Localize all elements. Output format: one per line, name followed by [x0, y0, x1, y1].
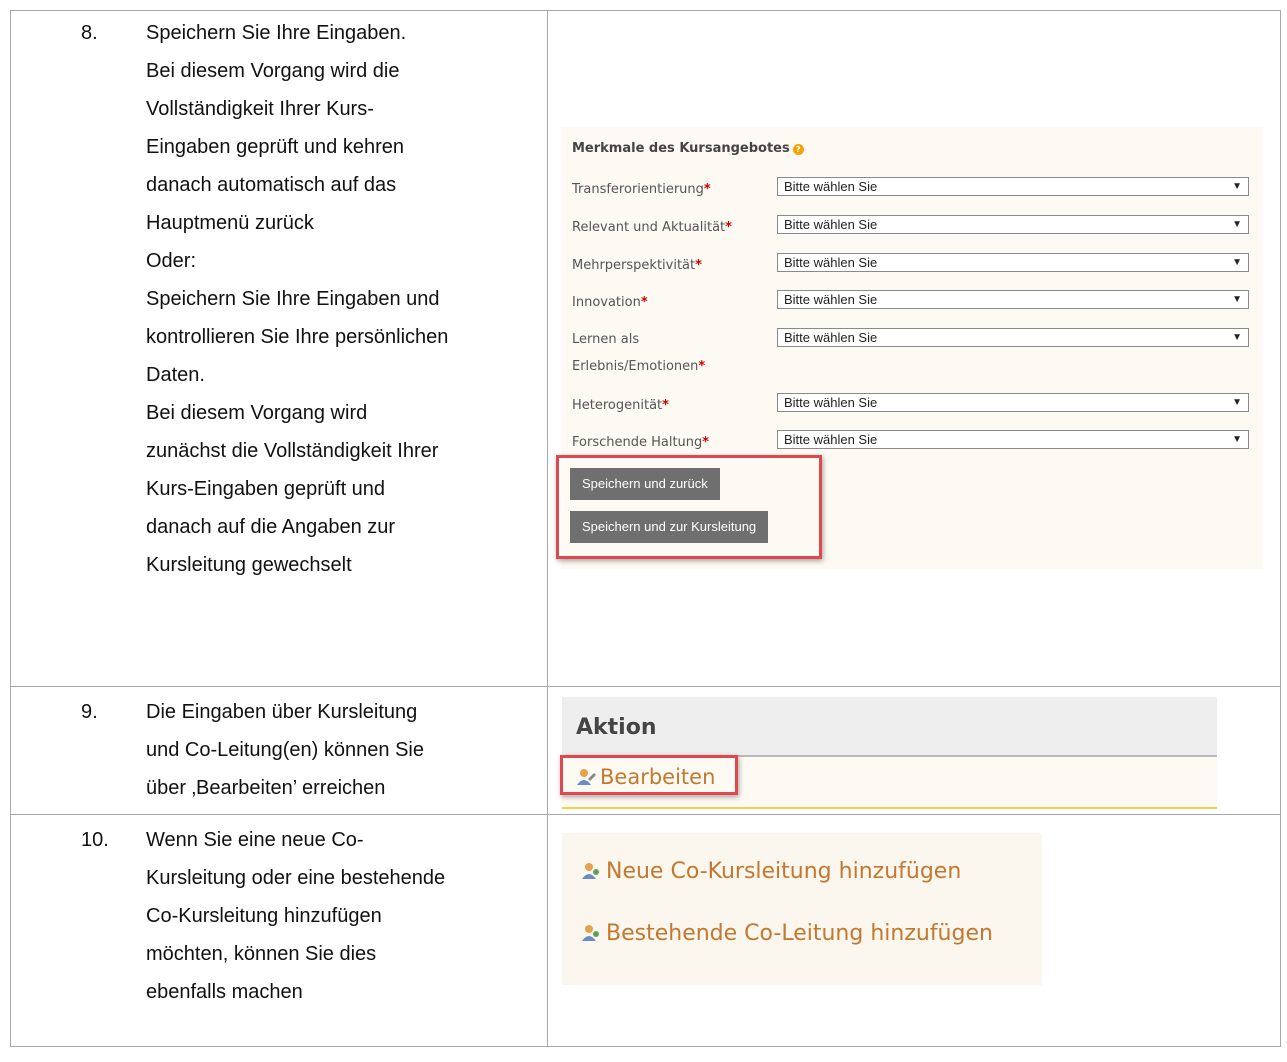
text-line: Eingaben geprüft und kehren	[146, 136, 404, 158]
text-line: zunächst die Vollständigkeit Ihrer	[146, 440, 439, 462]
step-number: 8.	[81, 22, 98, 44]
screenshot-cell: Neue Co-Kursleitung hinzufügen Bestehend…	[547, 814, 1281, 1047]
text-line: Bei diesem Vorgang wird	[146, 402, 368, 424]
text-line: Daten.	[146, 364, 205, 386]
text-line: Speichern Sie Ihre Eingaben und	[146, 288, 440, 310]
text-line: Bei diesem Vorgang wird die	[146, 60, 400, 82]
merkmale-form-panel: Merkmale des Kursangebotes? Transferorie…	[556, 127, 1262, 569]
add-new-co-leader-link[interactable]: Neue Co-Kursleitung hinzufügen	[582, 859, 961, 884]
innovation-select[interactable]: Bitte wählen Sie ▼	[777, 290, 1249, 309]
forschende-haltung-select[interactable]: Bitte wählen Sie ▼	[777, 430, 1249, 449]
step-description: Wenn Sie eine neue Co- Kursleitung oder …	[146, 821, 546, 1011]
dropdown-arrow-icon: ▼	[1232, 294, 1242, 305]
instruction-text-cell: 8. Speichern Sie Ihre Eingaben. Bei dies…	[10, 10, 548, 687]
save-and-course-leader-button[interactable]: Speichern und zur Kursleitung	[570, 511, 769, 543]
step-number: 9.	[81, 701, 98, 723]
text-line: Wenn Sie eine neue Co-	[146, 829, 364, 851]
dropdown-arrow-icon: ▼	[1232, 332, 1242, 343]
text-line: Vollständigkeit Ihrer Kurs-	[146, 98, 374, 120]
step-number: 10.	[81, 829, 109, 851]
text-line: Die Eingaben über Kursleitung	[146, 701, 418, 723]
aktion-panel: Aktion Bearbeiten	[560, 697, 1217, 809]
text-line: Kurs-Eingaben geprüft und	[146, 478, 386, 500]
add-new-co-leader-text: Neue Co-Kursleitung hinzufügen	[606, 859, 962, 884]
text-line: und Co-Leitung(en) können Sie	[146, 739, 424, 761]
dropdown-arrow-icon: ▼	[1232, 257, 1242, 268]
save-and-back-button[interactable]: Speichern und zurück	[570, 468, 720, 500]
screenshot-cell: Aktion Bearbeiten	[547, 686, 1281, 815]
text-line: danach auf die Angaben zur	[146, 516, 396, 538]
field-label: Heterogenität*	[572, 398, 669, 413]
text-line: Speichern Sie Ihre Eingaben.	[146, 22, 407, 44]
instruction-table: 8. Speichern Sie Ihre Eingaben. Bei dies…	[10, 10, 1281, 1047]
screenshot-cell: Merkmale des Kursangebotes? Transferorie…	[547, 10, 1281, 687]
text-line: Hauptmenü zurück	[146, 212, 314, 234]
field-label: Mehrperspektivität*	[572, 258, 702, 273]
text-line: Co-Kursleitung hinzufügen	[146, 905, 382, 927]
mehrperspektivitaet-select[interactable]: Bitte wählen Sie ▼	[777, 253, 1249, 272]
user-group-icon	[582, 861, 602, 881]
field-label: Relevant und Aktualität*	[572, 220, 732, 235]
text-line: Kursleitung gewechselt	[146, 554, 352, 576]
dropdown-arrow-icon: ▼	[1232, 219, 1242, 230]
heterogenitaet-select[interactable]: Bitte wählen Sie ▼	[777, 393, 1249, 412]
dropdown-arrow-icon: ▼	[1232, 434, 1242, 445]
aktion-header: Aktion	[562, 697, 1217, 757]
text-line: Oder:	[146, 250, 197, 272]
field-label: Innovation*	[572, 295, 648, 310]
instruction-row-9: 9. Die Eingaben über Kursleitung und Co-…	[10, 686, 1281, 815]
info-icon[interactable]: ?	[792, 144, 804, 155]
text-line: über ‚Bearbeiten’ erreichen	[146, 777, 386, 799]
dropdown-arrow-icon: ▼	[1232, 181, 1242, 192]
instruction-row-10: 10. Wenn Sie eine neue Co- Kursleitung o…	[10, 814, 1281, 1047]
instruction-text-cell: 10. Wenn Sie eine neue Co- Kursleitung o…	[10, 814, 548, 1047]
relevanz-select[interactable]: Bitte wählen Sie ▼	[777, 215, 1249, 234]
step-description: Die Eingaben über Kursleitung und Co-Lei…	[146, 693, 546, 807]
step-description: Speichern Sie Ihre Eingaben. Bei diesem …	[146, 14, 546, 584]
field-label: Forschende Haltung*	[572, 435, 710, 450]
aktion-title: Aktion	[576, 715, 657, 740]
add-existing-co-leader-text: Bestehende Co-Leitung hinzufügen	[606, 921, 993, 946]
transferorientierung-select[interactable]: Bitte wählen Sie ▼	[777, 177, 1249, 196]
add-existing-co-leader-link[interactable]: Bestehende Co-Leitung hinzufügen	[582, 921, 993, 946]
instruction-text-cell: 9. Die Eingaben über Kursleitung und Co-…	[10, 686, 548, 815]
user-group-icon	[582, 923, 602, 943]
dropdown-arrow-icon: ▼	[1232, 397, 1242, 408]
field-label: Transferorientierung*	[572, 182, 711, 197]
highlight-frame	[560, 755, 738, 795]
text-line: möchten, können Sie dies	[146, 943, 377, 965]
text-line: Kursleitung oder eine bestehende	[146, 867, 446, 889]
text-line: kontrollieren Sie Ihre persönlichen	[146, 326, 449, 348]
field-label: Lernen als Erlebnis/Emotionen*	[572, 332, 706, 374]
merkmale-title-text: Merkmale des Kursangebotes	[572, 141, 790, 156]
merkmale-title: Merkmale des Kursangebotes?	[572, 141, 804, 156]
text-line: ebenfalls machen	[146, 981, 303, 1003]
co-leader-panel: Neue Co-Kursleitung hinzufügen Bestehend…	[562, 833, 1042, 985]
instruction-row-8: 8. Speichern Sie Ihre Eingaben. Bei dies…	[10, 10, 1281, 687]
text-line: danach automatisch auf das	[146, 174, 397, 196]
lernen-erlebnis-select[interactable]: Bitte wählen Sie ▼	[777, 328, 1249, 347]
